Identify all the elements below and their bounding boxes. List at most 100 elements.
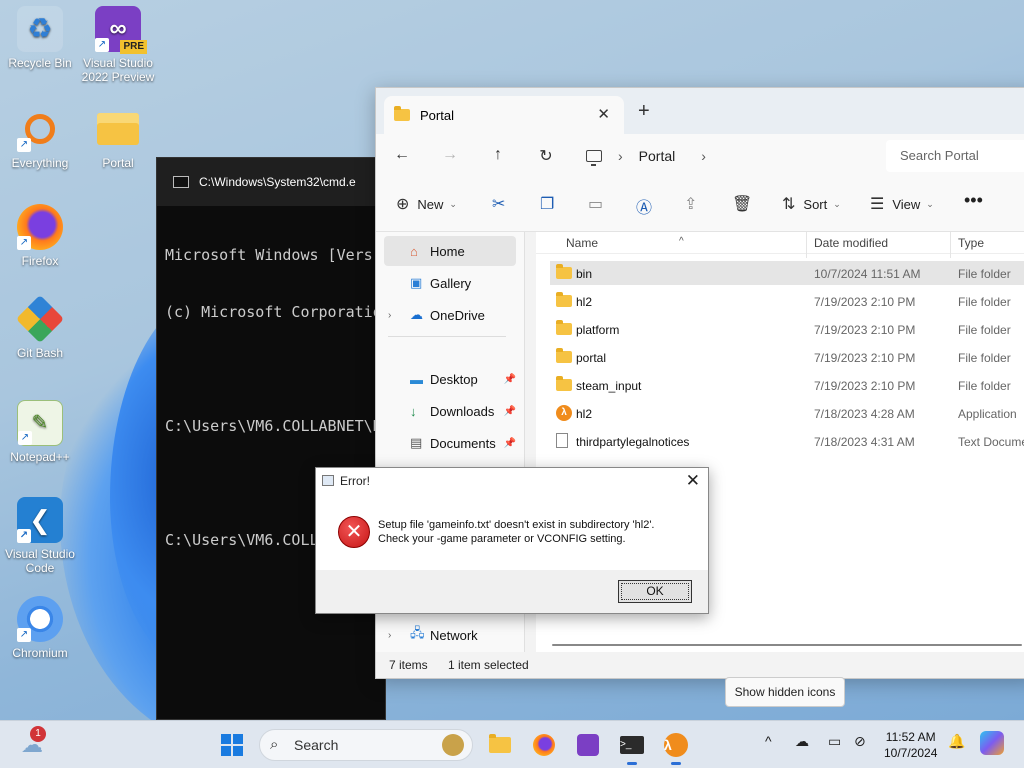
back-arrow-icon[interactable]: ← [384,146,420,164]
sidebar-item-downloads[interactable]: ↓ Downloads 📌 [384,396,516,426]
vscode-icon: ❮ ↗ [17,497,63,543]
file-name: bin [576,267,593,281]
column-separator[interactable] [806,232,807,258]
terminal-icon: >_ [620,736,644,754]
taskbar-half-life[interactable]: λ [662,731,690,765]
file-type: File folder [958,379,1011,393]
taskbar-search-box[interactable]: ⌕ Search [259,729,473,761]
file-type: Text Docume [958,435,1024,449]
new-tab-button[interactable]: + [638,100,650,123]
horizontal-scrollbar[interactable] [552,644,1022,646]
chevron-right-icon: › [388,629,392,641]
desktop-icon-everything[interactable]: ↗ Everything [2,106,78,170]
table-row[interactable]: portal 7/19/2023 2:10 PM File folder [550,345,1024,369]
sidebar-item-network[interactable]: › 🖧 Network [384,620,516,650]
copy-button[interactable]: ❐ [540,194,562,214]
table-row[interactable]: hl2 7/19/2023 2:10 PM File folder [550,289,1024,313]
onedrive-cloud-icon: ☁ [410,307,423,322]
column-header-date[interactable]: Date modified [814,236,888,250]
dialog-titlebar[interactable]: Error! ✕ [316,468,708,494]
pin-icon[interactable]: 📌 [504,438,516,449]
cmd-line: C:\Users\VM6.COLLABNET\D [165,417,382,435]
close-icon[interactable]: ✕ [686,471,700,491]
cmd-window[interactable]: C:\Windows\System32\cmd.e Microsoft Wind… [156,157,386,720]
table-row[interactable]: platform 7/19/2023 2:10 PM File folder [550,317,1024,341]
desktop-icon-label: Portal [102,156,134,170]
desktop-icon-notepad-plus-plus[interactable]: ✎ ↗ Notepad++ [2,400,78,464]
file-date: 7/19/2023 2:10 PM [814,295,916,309]
address-bar[interactable]: › Portal › [586,140,706,172]
desktop-icon-label: Notepad++ [10,450,70,464]
desktop-icon-visual-studio-preview[interactable]: ∞ PRE ↗ Visual Studio 2022 Preview [80,6,156,84]
notepad-plus-plus-icon: ✎ ↗ [17,400,63,446]
sidebar-item-label: Home [430,243,465,259]
notification-bell-icon[interactable]: 🔔 [948,733,965,750]
sort-button[interactable]: ⇅ Sort ⌄ [782,194,841,214]
table-row[interactable]: thirdpartylegalnotices 7/18/2023 4:31 AM… [550,429,1024,453]
view-button[interactable]: ☰ View ⌄ [870,194,934,214]
dialog-title: Error! [340,474,370,488]
file-date: 7/19/2023 2:10 PM [814,323,916,337]
ok-button[interactable]: OK [618,580,692,603]
sort-icon: ⇅ [782,196,796,213]
folder-icon [556,264,572,279]
sidebar-item-documents[interactable]: ▤ Documents 📌 [384,428,516,458]
onedrive-tray-icon[interactable]: ☁ [795,733,809,750]
copilot-button[interactable] [980,731,1004,755]
new-button[interactable]: ⊕ New ⌄ [396,194,457,214]
sidebar-item-onedrive[interactable]: › ☁ OneDrive [384,300,516,330]
sidebar-item-label: Network [430,627,478,643]
pin-icon[interactable]: 📌 [504,406,516,417]
table-row[interactable]: λ hl2 7/18/2023 4:28 AM Application [550,401,1024,425]
column-separator[interactable] [950,232,951,258]
paste-button[interactable]: ▭ [588,194,611,214]
desktop-icon: ▬ [410,371,423,387]
delete-button[interactable]: 🗑 [732,194,760,214]
rename-button[interactable]: Ⓐ [636,194,660,218]
share-button[interactable]: ⇪ [684,194,705,214]
start-button[interactable] [218,731,246,759]
show-hidden-icons-button[interactable]: ^ [765,733,772,749]
network-tray-icon[interactable]: ⊘ [854,733,866,750]
desktop-icon-firefox[interactable]: ↗ Firefox [2,204,78,268]
desktop-icon-recycle-bin[interactable]: ♻ Recycle Bin [2,6,78,70]
sidebar-item-desktop[interactable]: ▬ Desktop 📌 [384,364,516,394]
cut-button[interactable]: ✂ [492,194,513,214]
column-header-type[interactable]: Type [958,236,984,250]
desktop-icon-git-bash[interactable]: Git Bash [2,294,78,360]
dialog-body: ✕ Setup file 'gameinfo.txt' doesn't exis… [316,494,708,571]
desktop-icon-vscode[interactable]: ❮ ↗ Visual Studio Code [2,497,78,575]
taskbar-firefox[interactable] [530,731,558,759]
gallery-icon: ▣ [410,275,423,290]
desktop-icon-portal-folder[interactable]: Portal [80,106,156,170]
sidebar-item-home[interactable]: ⌂ Home [384,236,516,266]
sidebar-item-label: Documents [430,435,496,451]
visual-studio-preview-icon: ∞ PRE ↗ [95,6,147,54]
desktop-icon-chromium[interactable]: ↗ Chromium [2,596,78,660]
table-row[interactable]: steam_input 7/19/2023 2:10 PM File folde… [550,373,1024,397]
forward-arrow-icon[interactable]: → [432,146,468,164]
taskbar-visual-studio[interactable] [574,731,602,759]
refresh-icon[interactable]: ↻ [528,146,564,166]
download-icon: ↓ [410,403,417,419]
taskbar-file-explorer[interactable] [486,731,514,759]
error-dialog[interactable]: Error! ✕ ✕ Setup file 'gameinfo.txt' doe… [315,467,709,614]
file-name: portal [576,351,607,365]
up-arrow-icon[interactable]: ↑ [480,146,516,164]
taskbar-terminal[interactable]: >_ [618,731,646,765]
cmd-icon [173,176,189,188]
column-header-name[interactable]: Name [566,236,598,250]
chevron-down-icon: ⌄ [449,198,457,209]
search-input[interactable]: Search Portal [886,140,1024,172]
display-tray-icon[interactable]: ▭ [828,733,841,750]
breadcrumb-portal[interactable]: Portal [639,148,676,164]
table-row[interactable]: bin 10/7/2024 11:51 AM File folder [550,261,1024,285]
system-clock[interactable]: 11:52 AM 10/7/2024 [884,729,937,761]
cmd-titlebar[interactable]: C:\Windows\System32\cmd.e [157,158,385,206]
pin-icon[interactable]: 📌 [504,374,516,385]
sidebar-item-gallery[interactable]: ▣ Gallery [384,268,516,298]
close-tab-icon[interactable]: ✕ [597,105,610,123]
tab-portal[interactable]: Portal ✕ [384,96,624,134]
more-options-icon[interactable]: ••• [964,190,983,211]
folder-icon [556,292,572,307]
